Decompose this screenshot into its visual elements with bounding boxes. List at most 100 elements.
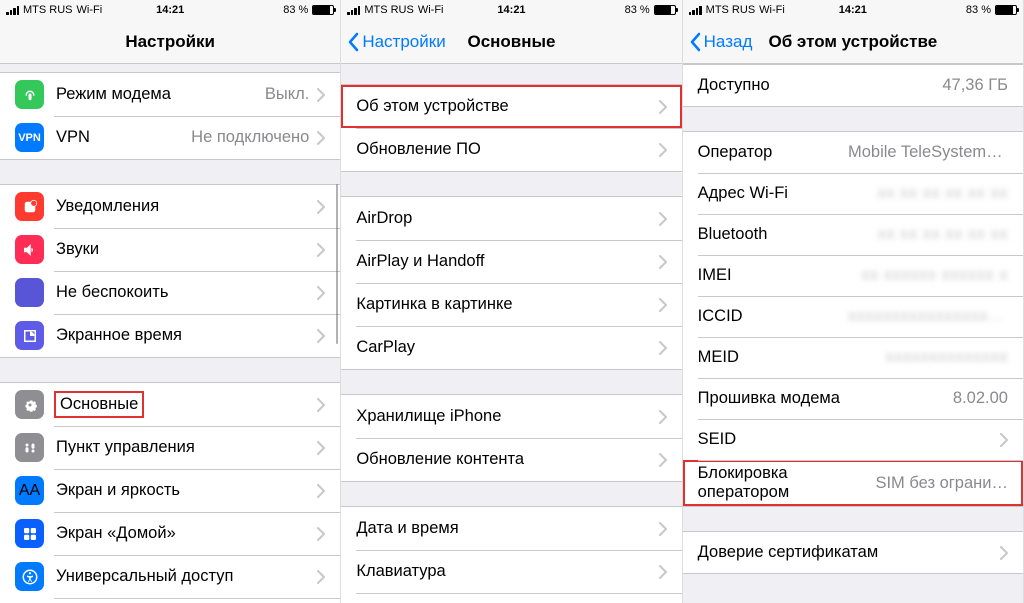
chevron-right-icon — [659, 100, 667, 114]
general-list[interactable]: Об этом устройстве Обновление ПО AirDrop… — [341, 64, 681, 603]
control-icon — [15, 433, 44, 462]
battery-percent: 83 % — [625, 4, 650, 16]
nav-header: Назад Об этом устройстве — [683, 20, 1023, 64]
settings-row[interactable]: Доступно 47,36 ГБ — [683, 65, 1023, 106]
signal-icon — [689, 5, 702, 15]
settings-row[interactable]: AirPlay и Handoff — [341, 240, 681, 283]
row-label: Основные — [56, 393, 142, 416]
row-value: SIM без ограни… — [875, 474, 1008, 493]
chevron-right-icon — [317, 329, 325, 343]
settings-row-dnd[interactable]: Не беспокоить — [0, 271, 340, 314]
row-label: Экранное время — [56, 322, 309, 349]
row-label: CarPlay — [356, 334, 650, 361]
settings-row[interactable]: Адрес Wi-Fi xx xx xx xx xx xx — [683, 173, 1023, 214]
row-label: Доступно — [698, 72, 935, 99]
row-value: Не подключено — [191, 128, 309, 147]
settings-row-access[interactable]: Универсальный доступ — [0, 555, 340, 598]
settings-row[interactable]: Шрифты — [341, 593, 681, 603]
battery-icon — [654, 5, 676, 15]
row-value: xx xx xx xx xx xx — [878, 225, 1008, 244]
settings-row-wallpaper[interactable]: Обои — [0, 598, 340, 603]
settings-row[interactable]: Блокировка оператором SIM без ограни… — [683, 460, 1023, 506]
chevron-right-icon — [317, 200, 325, 214]
screentime-icon — [15, 321, 44, 350]
settings-row[interactable]: Хранилище iPhone — [341, 395, 681, 438]
about-list[interactable]: Доступно 47,36 ГБ Оператор Mobile TeleSy… — [683, 64, 1023, 603]
chevron-left-icon — [689, 32, 701, 52]
row-label: Хранилище iPhone — [356, 403, 650, 430]
chevron-right-icon — [317, 484, 325, 498]
row-value: Выкл. — [265, 85, 309, 104]
settings-row-gear[interactable]: Основные — [0, 383, 340, 426]
chevron-right-icon — [317, 286, 325, 300]
sound-icon — [15, 235, 44, 264]
status-bar: MTS RUS Wi-Fi 14:21 83 % — [0, 0, 340, 20]
settings-row[interactable]: ICCID xxxxxxxxxxxxxxxxxxx — [683, 296, 1023, 337]
row-label: Адрес Wi-Fi — [698, 180, 870, 207]
settings-row[interactable]: Прошивка модема 8.02.00 — [683, 378, 1023, 419]
settings-about-screen: MTS RUS Wi-Fi 14:21 83 % Назад Об этом у… — [683, 0, 1024, 603]
row-label: Bluetooth — [698, 221, 870, 248]
settings-row-screentime[interactable]: Экранное время — [0, 314, 340, 357]
settings-row-control[interactable]: Пункт управления — [0, 426, 340, 469]
chevron-right-icon — [659, 522, 667, 536]
row-label: Уведомления — [56, 193, 309, 220]
scrollbar-thumb[interactable] — [336, 184, 339, 344]
settings-row[interactable]: Картинка в картинке — [341, 283, 681, 326]
gear-icon — [15, 390, 44, 419]
settings-row[interactable]: Обновление контента — [341, 438, 681, 481]
row-label: IMEI — [698, 262, 854, 289]
wifi-label: Wi-Fi — [759, 4, 785, 16]
settings-row[interactable]: AirDrop — [341, 197, 681, 240]
row-value: Mobile TeleSystems 41.7.9 — [848, 143, 1008, 162]
settings-row[interactable]: Bluetooth xx xx xx xx xx xx — [683, 214, 1023, 255]
back-button[interactable]: Назад — [683, 32, 753, 52]
settings-list[interactable]: Режим модема Выкл. VPN VPN Не подключено… — [0, 64, 340, 603]
row-label: VPN — [56, 124, 183, 151]
row-label: Дата и время — [356, 515, 650, 542]
row-label: Доверие сертификатам — [698, 539, 992, 566]
settings-row[interactable]: SEID — [683, 419, 1023, 460]
settings-row-home[interactable]: Экран «Домой» — [0, 512, 340, 555]
row-label: AirDrop — [356, 205, 650, 232]
hotspot-icon — [15, 80, 44, 109]
settings-row-vpn[interactable]: VPN VPN Не подключено — [0, 116, 340, 159]
battery-percent: 83 % — [966, 4, 991, 16]
settings-row-sound[interactable]: Звуки — [0, 228, 340, 271]
row-label: Универсальный доступ — [56, 563, 309, 590]
nav-header: Настройки — [0, 20, 340, 64]
clock: 14:21 — [839, 4, 867, 16]
dnd-icon — [15, 278, 44, 307]
settings-row[interactable]: Обновление ПО — [341, 128, 681, 171]
settings-row[interactable]: MEID xxxxxxxxxxxxxx — [683, 337, 1023, 378]
settings-row-hotspot[interactable]: Режим модема Выкл. — [0, 73, 340, 116]
row-label: Картинка в картинке — [356, 291, 650, 318]
settings-row[interactable]: Оператор Mobile TeleSystems 41.7.9 — [683, 132, 1023, 173]
row-label: Блокировка оператором — [698, 460, 868, 506]
page-title: Настройки — [0, 32, 340, 52]
chevron-right-icon — [317, 570, 325, 584]
row-label: ICCID — [698, 303, 840, 330]
settings-row-display[interactable]: AA Экран и яркость — [0, 469, 340, 512]
signal-icon — [347, 5, 360, 15]
settings-row[interactable]: Доверие сертификатам — [683, 532, 1023, 573]
row-label: Оператор — [698, 139, 840, 166]
back-label: Назад — [704, 32, 753, 52]
home-icon — [15, 519, 44, 548]
row-label: Прошивка модема — [698, 385, 945, 412]
chevron-right-icon — [1000, 433, 1008, 447]
settings-row-notif[interactable]: Уведомления — [0, 185, 340, 228]
settings-row[interactable]: CarPlay — [341, 326, 681, 369]
row-label: Обновление контента — [356, 446, 650, 473]
chevron-right-icon — [317, 88, 325, 102]
row-label: Звуки — [56, 236, 309, 263]
back-button[interactable]: Настройки — [341, 32, 445, 52]
chevron-right-icon — [659, 212, 667, 226]
chevron-right-icon — [659, 341, 667, 355]
settings-row[interactable]: Дата и время — [341, 507, 681, 550]
chevron-right-icon — [317, 527, 325, 541]
settings-row[interactable]: Об этом устройстве — [341, 85, 681, 128]
settings-row[interactable]: Клавиатура — [341, 550, 681, 593]
settings-row[interactable]: IMEI xx xxxxxx xxxxxx x — [683, 255, 1023, 296]
row-value: 8.02.00 — [953, 389, 1008, 408]
